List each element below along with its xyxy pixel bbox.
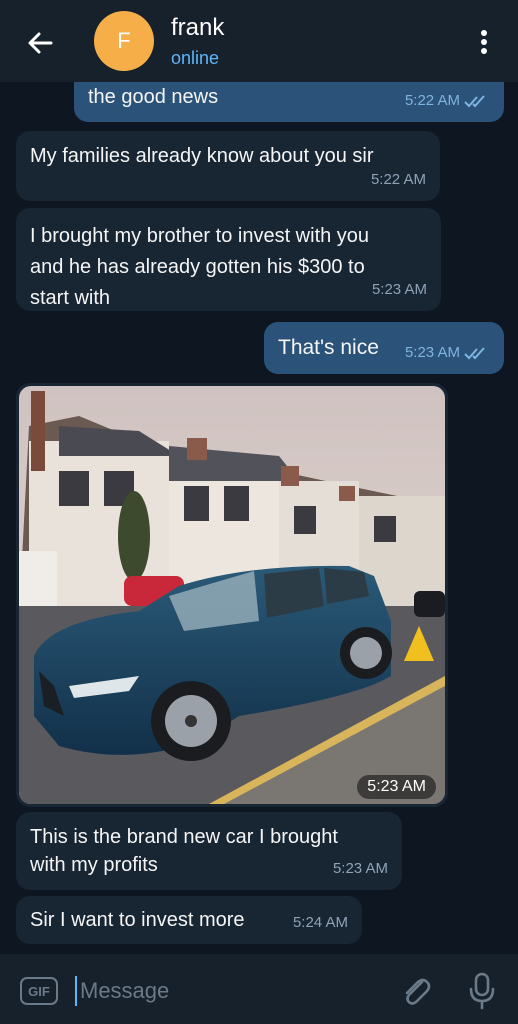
message-time: 5:23 AM xyxy=(332,860,388,877)
double-check-icon xyxy=(464,347,485,360)
chat-header: F frank online xyxy=(0,0,518,82)
message-text: Sir I want to invest more xyxy=(30,909,245,931)
back-arrow-icon xyxy=(28,32,53,54)
microphone-icon[interactable] xyxy=(467,971,497,1011)
text-cursor xyxy=(75,976,77,1006)
paperclip-icon[interactable] xyxy=(398,973,434,1009)
message-input[interactable] xyxy=(80,970,380,1012)
car-photo[interactable] xyxy=(19,386,445,804)
avatar-letter: F xyxy=(117,28,131,53)
message-bubble[interactable]: the good news 5:22 AM xyxy=(74,82,504,122)
message-time: 5:23 AM xyxy=(405,340,490,366)
message-time: 5:22 AM xyxy=(370,171,426,188)
message-text: My families already know about you sir xyxy=(30,145,374,167)
message-time: 5:22 AM xyxy=(405,88,490,114)
photo-message[interactable]: 5:23 AM xyxy=(16,383,448,807)
double-check-icon xyxy=(464,95,485,108)
message-bubble[interactable]: That's nice 5:23 AM xyxy=(264,322,504,374)
message-bubble[interactable]: Sir I want to invest more 5:24 AM xyxy=(16,896,362,944)
message-time: 5:23 AM xyxy=(371,281,427,298)
message-bubble[interactable]: I brought my brother to invest with you … xyxy=(16,208,441,311)
photo-time: 5:23 AM xyxy=(357,775,436,799)
message-text: the good news xyxy=(88,86,219,108)
more-vertical-icon[interactable] xyxy=(470,26,498,58)
avatar[interactable]: F xyxy=(94,11,154,71)
message-list[interactable]: the good news 5:22 AM My families alread… xyxy=(0,82,518,954)
gif-button[interactable]: GIF xyxy=(20,977,58,1005)
back-button[interactable] xyxy=(22,25,58,61)
message-time: 5:24 AM xyxy=(292,914,348,931)
message-bubble[interactable]: This is the brand new car I brought with… xyxy=(16,812,402,890)
contact-name[interactable]: frank xyxy=(171,14,224,42)
message-text: This is the brand new car I brought with… xyxy=(30,826,338,876)
message-bubble[interactable]: My families already know about you sir 5… xyxy=(16,131,440,201)
message-text: That's nice xyxy=(278,336,379,359)
contact-status: online xyxy=(171,48,220,68)
message-text: I brought my brother to invest with you … xyxy=(30,225,370,309)
